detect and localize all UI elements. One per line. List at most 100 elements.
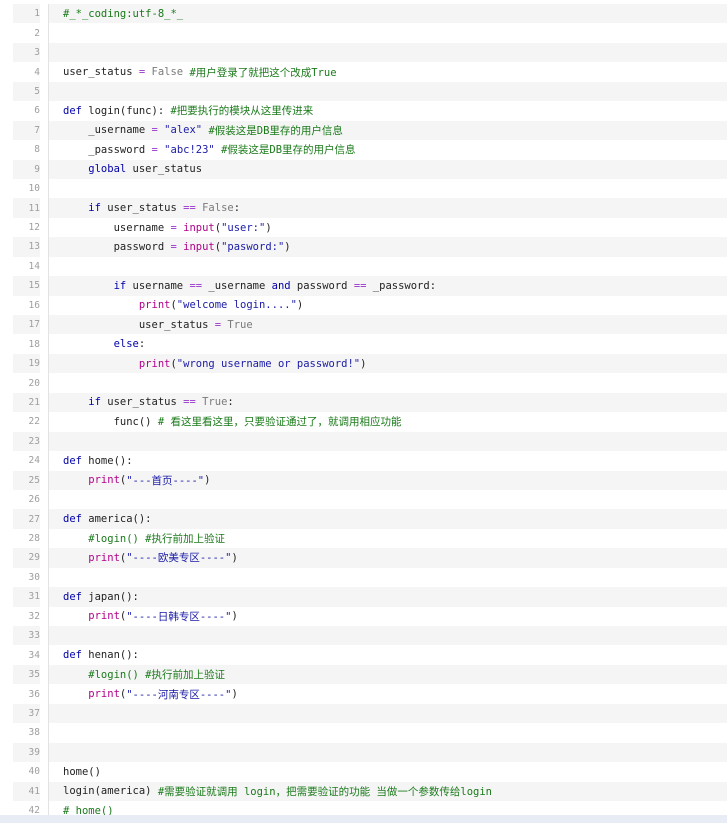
code-text	[49, 626, 727, 646]
code-token: user_status	[100, 396, 184, 409]
line-number: 19	[13, 353, 40, 374]
code-token: func()	[63, 415, 158, 428]
code-line: 28 #login() #执行前加上验证	[13, 528, 727, 549]
code-line: 19 print("wrong username or password!")	[13, 353, 727, 374]
line-number: 25	[13, 470, 40, 490]
code-line: 40 home()	[13, 762, 727, 782]
code-token: user_status	[126, 163, 203, 176]
code-token: login(func):	[81, 104, 171, 117]
code-text: username = input("user:")	[49, 218, 727, 237]
line-number: 4	[34, 66, 40, 78]
code-token: print	[63, 610, 120, 623]
code-token: _username	[202, 279, 272, 292]
code-editor[interactable]: 1 #_*_coding:utf-8_*_ 2 3 4 user_status = Fal…	[13, 4, 727, 821]
line-number: 16	[28, 299, 40, 311]
code-token: def	[63, 104, 82, 117]
code-line: 17 user_status = True	[13, 315, 727, 335]
line-number: 6	[34, 105, 40, 117]
line-number: 39	[13, 742, 40, 763]
code-token: "----欧美专区----"	[126, 552, 232, 565]
code-token: :	[138, 338, 146, 351]
code-line: 23	[13, 431, 727, 452]
line-number: 40	[28, 766, 40, 778]
code-line: 9 global user_status	[13, 159, 727, 179]
code-line: 33	[13, 626, 727, 646]
code-line: 30	[13, 567, 727, 588]
code-line: 18 else:	[13, 334, 727, 354]
code-token: :	[233, 202, 241, 215]
line-number: 22	[28, 416, 40, 428]
code-token: "pasword:"	[221, 240, 285, 253]
code-token: def	[63, 513, 82, 526]
code-token: and	[271, 279, 291, 292]
code-line: 26	[13, 489, 727, 510]
code-text: login(america) #需要验证就调用 login，把需要验证的功能 当…	[49, 781, 727, 801]
code-token: def	[63, 454, 82, 467]
code-token: "welcome login...."	[176, 299, 297, 312]
code-text: def login(func): #把要执行的模块从这里传进来	[49, 101, 727, 120]
line-number: 8	[34, 144, 40, 156]
code-text: #login() #执行前加上验证	[49, 664, 727, 685]
line-number: 38	[28, 727, 40, 739]
line-number: 24	[28, 455, 40, 467]
code-line: 36 print("----河南专区----")	[13, 684, 727, 704]
code-line: 22 func() # 看这里看这里，只要验证通过了，就调用相应功能	[13, 412, 727, 432]
code-token: #用户登录了就把这个改成True	[189, 66, 337, 79]
code-token: print	[63, 299, 171, 312]
code-token: True	[202, 396, 228, 409]
line-number: 34	[28, 649, 40, 661]
code-text	[49, 81, 727, 102]
code-line: 31 def japan():	[13, 587, 727, 607]
code-token: def	[63, 590, 82, 603]
code-text	[49, 742, 727, 763]
code-token: "user:"	[221, 221, 266, 234]
code-token: #把要执行的模块从这里传进来	[170, 105, 314, 118]
line-number: 13	[13, 237, 40, 257]
code-text: password = input("pasword:")	[49, 237, 727, 257]
code-text: print("----日韩专区----")	[49, 607, 727, 626]
code-token: "----河南专区----"	[126, 688, 232, 701]
code-token: print	[63, 474, 120, 487]
line-number: 35	[13, 664, 40, 685]
code-line: 15 if username == _username and password…	[13, 276, 727, 296]
code-line: 3	[13, 42, 727, 63]
line-number: 15	[13, 276, 40, 296]
line-number: 12	[28, 222, 40, 234]
line-number: 3	[13, 42, 40, 63]
code-token: user_status	[63, 66, 139, 79]
horizontal-scrollbar[interactable]	[0, 815, 727, 823]
code-line: 20	[13, 373, 727, 393]
code-text: home()	[49, 762, 727, 781]
code-token: input	[183, 221, 215, 234]
code-text: user_status = True	[49, 315, 727, 335]
line-number: 32	[28, 610, 40, 622]
code-line: 10	[13, 178, 727, 199]
code-text: #_*_coding:utf-8_*_	[49, 4, 727, 24]
code-text	[49, 42, 727, 63]
code-line: 41 login(america) #需要验证就调用 login，把需要验证的功能…	[13, 781, 727, 801]
code-token: home()	[63, 765, 101, 778]
code-token: False	[202, 202, 234, 215]
code-line: 35 #login() #执行前加上验证	[13, 664, 727, 685]
code-line: 16 print("welcome login....")	[13, 295, 727, 315]
line-number: 21	[13, 392, 40, 413]
line-number: 11	[13, 198, 40, 218]
code-line: 24 def home():	[13, 451, 727, 471]
code-line: 32 print("----日韩专区----")	[13, 606, 727, 626]
code-token: if	[63, 279, 127, 292]
code-token: #假装这是DB里存的用户信息	[208, 124, 343, 137]
code-line: 21 if user_status == True:	[13, 392, 727, 413]
line-number: 27	[13, 509, 40, 529]
code-token: ==	[183, 202, 196, 215]
code-line: 25 print("---首页----")	[13, 470, 727, 490]
line-number: 23	[13, 431, 40, 452]
code-token: japan():	[81, 590, 139, 603]
line-number: 5	[13, 81, 40, 102]
line-number: 9	[13, 159, 40, 179]
code-line: 37	[13, 703, 727, 724]
code-text	[49, 703, 727, 724]
code-line: 29 print("----欧美专区----")	[13, 548, 727, 568]
